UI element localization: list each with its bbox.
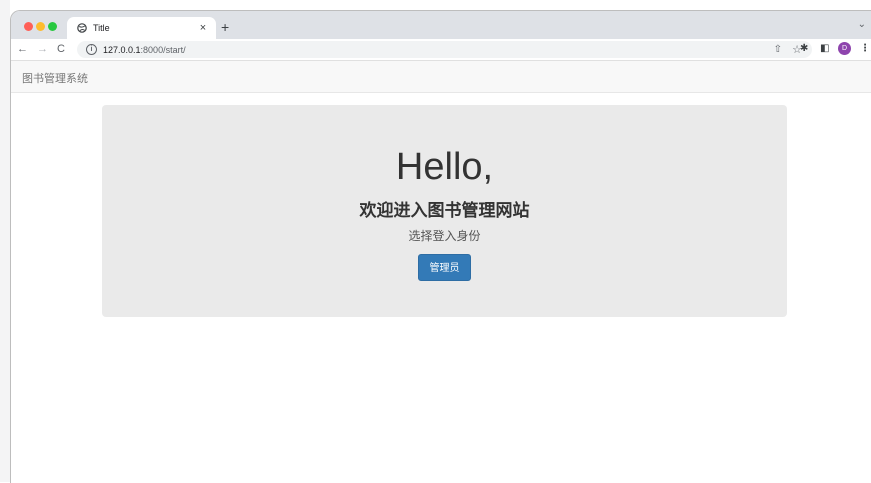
jumbotron: Hello, 欢迎进入图书管理网站 选择登入身份 管理员 <box>102 105 787 317</box>
profile-avatar[interactable]: D <box>838 42 851 55</box>
close-window-button[interactable] <box>24 22 33 31</box>
browser-window: Title × + ⌄ ← → C i 127.0.0.1:8000/start… <box>10 10 871 483</box>
browser-toolbar: ← → C i 127.0.0.1:8000/start/ ⇧ ☆ ✱ ◧ D … <box>11 39 871 61</box>
minimize-window-button[interactable] <box>36 22 45 31</box>
hello-heading: Hello, <box>395 146 494 188</box>
admin-button[interactable]: 管理员 <box>418 254 471 281</box>
forward-arrow-icon[interactable]: → <box>37 42 48 56</box>
url-host: 127.0.0.1 <box>103 44 141 55</box>
back-arrow-icon[interactable]: ← <box>17 42 28 56</box>
site-info-icon[interactable]: i <box>86 44 97 55</box>
browser-menu-icon[interactable]: ⋮ <box>860 42 870 56</box>
address-url[interactable]: 127.0.0.1:8000/start/ <box>103 45 186 55</box>
desktop-edge <box>0 0 10 482</box>
tab-strip: Title × + ⌄ <box>11 11 871 39</box>
navbar-brand[interactable]: 图书管理系统 <box>22 70 88 86</box>
tab-active[interactable]: Title × <box>67 17 216 39</box>
url-path: :8000/start/ <box>140 44 186 55</box>
reload-icon[interactable]: C <box>57 42 65 56</box>
choose-identity-text: 选择登入身份 <box>408 229 481 243</box>
tab-close-icon[interactable]: × <box>196 22 210 34</box>
address-bar[interactable]: i 127.0.0.1:8000/start/ ⇧ ☆ <box>77 41 812 58</box>
globe-icon <box>77 23 87 33</box>
tab-search-chevron-icon[interactable]: ⌄ <box>858 19 866 30</box>
site-navbar: 图书管理系统 <box>11 61 871 93</box>
tab-title: Title <box>93 23 110 33</box>
welcome-subheading: 欢迎进入图书管理网站 <box>359 201 530 220</box>
zoom-window-button[interactable] <box>48 22 57 31</box>
side-panel-icon[interactable]: ◧ <box>820 42 829 56</box>
share-icon[interactable]: ⇧ <box>774 44 782 55</box>
extensions-puzzle-icon[interactable]: ✱ <box>800 42 808 56</box>
new-tab-button[interactable]: + <box>221 19 229 35</box>
